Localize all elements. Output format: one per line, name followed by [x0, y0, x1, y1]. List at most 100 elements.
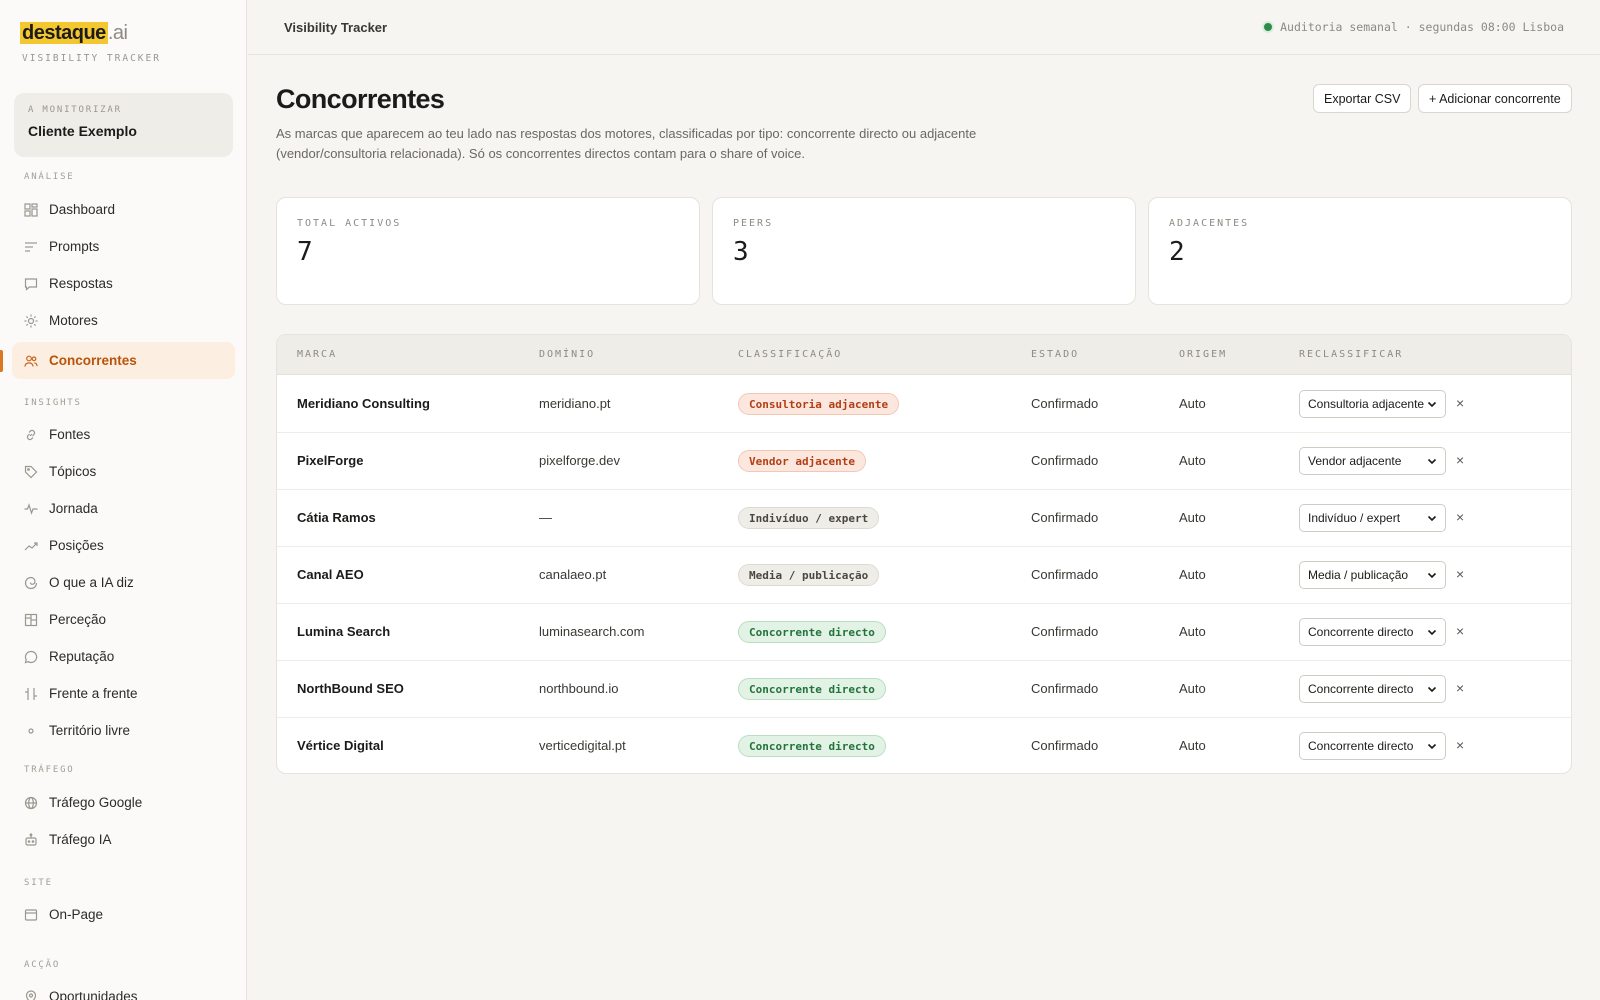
reclassify-value: Concorrente directo: [1308, 739, 1414, 753]
section-accao: ACÇÃO: [24, 960, 61, 970]
table-row: Canal AEO canalaeo.pt Media / publicação Co…: [277, 547, 1571, 604]
sidebar-item-label: Respostas: [49, 276, 113, 291]
brand-name: NorthBound SEO: [297, 681, 404, 696]
stat-value: 7: [297, 237, 313, 267]
client-label: A MONITORIZAR: [28, 105, 122, 115]
column-header-origem[interactable]: ORIGEM: [1179, 349, 1227, 360]
reclassify-value: Consultoria adjacente: [1308, 397, 1425, 411]
classification-badge: Consultoria adjacente: [738, 393, 900, 415]
remove-competitor-button[interactable]: ×: [1456, 623, 1464, 639]
column-header-estado[interactable]: ESTADO: [1031, 349, 1079, 360]
table-row: Lumina Search luminasearch.com Concorrente…: [277, 604, 1571, 661]
table-row: Vértice Digital verticedigital.pt Concorre…: [277, 718, 1571, 773]
status-dot-icon: [1264, 23, 1273, 31]
sidebar-item-dashboard[interactable]: Dashboard: [12, 191, 235, 228]
sidebar-item-oportunidades[interactable]: Oportunidades: [12, 978, 235, 1000]
remove-competitor-button[interactable]: ×: [1456, 452, 1464, 468]
reclassify-select[interactable]: Concorrente directo: [1299, 732, 1446, 760]
sidebar-item-label: Posições: [49, 538, 104, 553]
reclassify-value: Indivíduo / expert: [1308, 511, 1401, 525]
remove-competitor-button[interactable]: ×: [1456, 395, 1464, 411]
sidebar-item-label: Território livre: [49, 723, 131, 738]
column-header-classificacao[interactable]: CLASSIFICAÇÃO: [738, 349, 842, 360]
sidebar-item-percecao[interactable]: Perceção: [12, 601, 235, 638]
logo-main: destaque: [20, 22, 108, 44]
sidebar-item-label: On-Page: [49, 907, 104, 922]
link-icon: [24, 428, 38, 442]
sidebar-item-on-page[interactable]: On-Page: [12, 896, 235, 933]
column-header-marca[interactable]: MARCA: [297, 349, 337, 360]
domain: —: [539, 510, 552, 525]
sidebar-item-posicoes[interactable]: Posições: [12, 527, 235, 564]
versus-icon: [24, 687, 38, 701]
sidebar-item-fontes[interactable]: Fontes: [12, 416, 235, 453]
logo[interactable]: destaque .ai: [20, 22, 128, 45]
reclassify-select[interactable]: Vendor adjacente: [1299, 447, 1446, 475]
page-description: As marcas que aparecem ao teu lado nas r…: [276, 126, 977, 161]
reclassify-value: Concorrente directo: [1308, 625, 1414, 639]
remove-competitor-button[interactable]: ×: [1456, 737, 1464, 753]
remove-competitor-button[interactable]: ×: [1456, 509, 1464, 525]
reclassify-select[interactable]: Media / publicação: [1299, 561, 1446, 589]
sidebar-item-label: Prompts: [49, 239, 100, 254]
sidebar-item-label: O que a IA diz: [49, 575, 134, 590]
origin: Auto: [1179, 510, 1206, 525]
sidebar-item-reputacao[interactable]: Reputação: [12, 638, 235, 675]
section-analise: ANÁLISE: [24, 172, 75, 182]
sidebar-item-trafego-ia[interactable]: Tráfego IA: [12, 821, 235, 858]
brand-name: Cátia Ramos: [297, 510, 376, 525]
reclassify-select[interactable]: Indivíduo / expert: [1299, 504, 1446, 532]
brand-name: Canal AEO: [297, 567, 364, 582]
sidebar-item-territorio-livre[interactable]: Território livre: [12, 712, 235, 749]
trend-icon: [24, 539, 38, 553]
stat-value: 2: [1169, 237, 1185, 267]
stat-label: PEERS: [733, 218, 774, 229]
sidebar-item-jornada[interactable]: Jornada: [12, 490, 235, 527]
sidebar-item-label: Fontes: [49, 427, 91, 442]
sidebar-item-topicos[interactable]: Tópicos: [12, 453, 235, 490]
domain: pixelforge.dev: [539, 453, 620, 468]
sidebar-item-label: Perceção: [49, 612, 107, 627]
sidebar-item-motores[interactable]: Motores: [12, 302, 235, 339]
remove-competitor-button[interactable]: ×: [1456, 566, 1464, 582]
sidebar-item-respostas[interactable]: Respostas: [12, 265, 235, 302]
domain: luminasearch.com: [539, 624, 645, 639]
stat-label: TOTAL ACTIVOS: [297, 218, 402, 229]
section-insights: INSIGHTS: [24, 398, 82, 408]
chevron-down-icon: [1427, 401, 1437, 408]
pulse-icon: [24, 502, 38, 516]
reclassify-select[interactable]: Concorrente directo: [1299, 618, 1446, 646]
domain: northbound.io: [539, 681, 619, 696]
reclassify-select[interactable]: Concorrente directo: [1299, 675, 1446, 703]
sidebar-item-trafego-google[interactable]: Tráfego Google: [12, 784, 235, 821]
state: Confirmado: [1031, 681, 1099, 696]
client-selector[interactable]: A MONITORIZAR Cliente Exemplo: [14, 93, 233, 157]
sidebar-item-label: Reputação: [49, 649, 115, 664]
sidebar-item-prompts[interactable]: Prompts: [12, 228, 235, 265]
domain: canalaeo.pt: [539, 567, 607, 582]
classification-badge: Concorrente directo: [738, 735, 886, 757]
add-competitor-button[interactable]: + Adicionar concorrente: [1418, 84, 1572, 113]
sidebar-item-label: Dashboard: [49, 202, 116, 217]
export-csv-button[interactable]: Exportar CSV: [1313, 84, 1412, 113]
sidebar-item-frente-a-frente[interactable]: Frente a frente: [12, 675, 235, 712]
sidebar-item-label: Motores: [49, 313, 98, 328]
state: Confirmado: [1031, 453, 1099, 468]
reclassify-select[interactable]: Consultoria adjacente: [1299, 390, 1446, 418]
origin: Auto: [1179, 738, 1206, 753]
brand-name: Vértice Digital: [297, 738, 384, 753]
state: Confirmado: [1031, 510, 1099, 525]
state: Confirmado: [1031, 567, 1099, 582]
remove-competitor-button[interactable]: ×: [1456, 680, 1464, 696]
sidebar-item-label: Tráfego IA: [49, 832, 112, 847]
lines-icon: [24, 240, 38, 254]
active-indicator: [0, 350, 3, 372]
sidebar-item-o-que-a-ia-diz[interactable]: O que a IA diz: [12, 564, 235, 601]
chevron-down-icon: [1427, 743, 1437, 750]
origin: Auto: [1179, 396, 1206, 411]
table-row: Cátia Ramos — Indivíduo / expert Confirmado…: [277, 490, 1571, 547]
sidebar-item-label: Tráfego Google: [49, 795, 143, 810]
reclassify-value: Media / publicação: [1308, 568, 1409, 582]
column-header-dominio[interactable]: DOMÍNIO: [539, 349, 595, 360]
sidebar-item-concorrentes[interactable]: Concorrentes: [12, 342, 235, 379]
